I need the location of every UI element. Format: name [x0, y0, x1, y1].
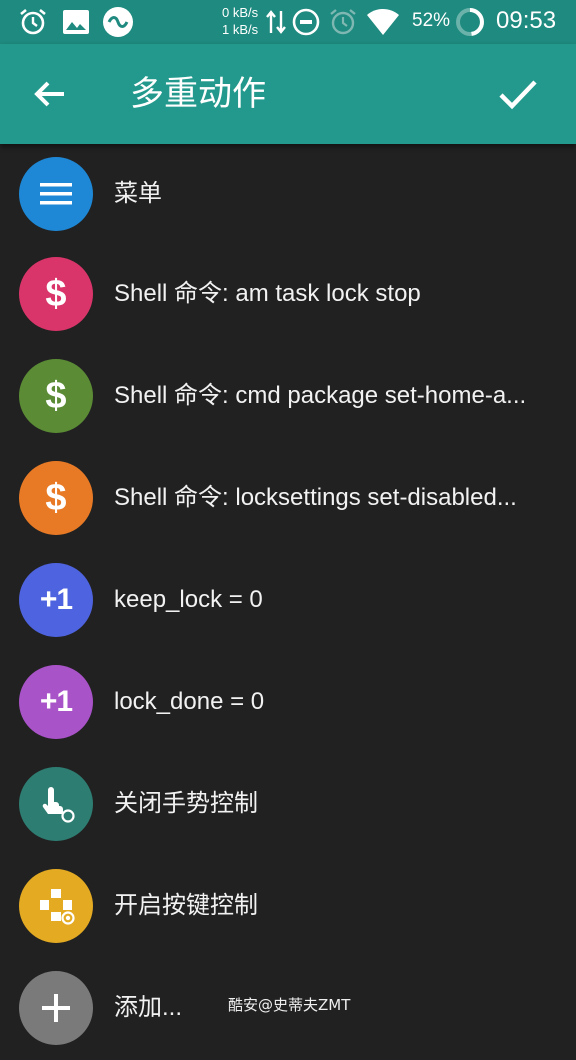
do-not-disturb-icon: [292, 8, 320, 36]
menu-icon: [40, 183, 72, 205]
dollar-icon: $: [45, 272, 67, 315]
item-avatar: [19, 157, 93, 231]
page-title: 多重动作: [130, 74, 266, 114]
action-list: 菜单 $ Shell 命令: am task lock stop $ Shell…: [0, 144, 576, 1060]
item-label: Shell 命令: am task lock stop: [114, 280, 421, 307]
list-item[interactable]: $ Shell 命令: am task lock stop: [0, 244, 576, 346]
list-item[interactable]: $ Shell 命令: locksettings set-disabled...: [0, 448, 576, 550]
battery-percent: 52%: [412, 10, 451, 31]
item-label: 添加...: [114, 994, 183, 1021]
item-avatar: $: [19, 257, 93, 331]
gamepad-icon: [40, 889, 75, 925]
item-avatar: [19, 971, 93, 1045]
app-bar: 多重动作: [0, 44, 576, 144]
list-item[interactable]: +1 keep_lock = 0: [0, 550, 576, 652]
item-label: 关闭手势控制: [114, 790, 258, 817]
wifi-icon: [367, 9, 399, 35]
item-label: keep_lock = 0: [114, 586, 263, 613]
item-label: 开启按键控制: [114, 892, 258, 919]
net-speed-up: 0 kB/s: [222, 5, 259, 20]
plus-icon: [42, 994, 70, 1022]
list-item[interactable]: $ Shell 命令: cmd package set-home-a...: [0, 346, 576, 448]
data-transfer-icon: [266, 10, 286, 34]
plus-one-icon: +1: [39, 685, 73, 718]
dollar-icon: $: [45, 374, 67, 417]
item-avatar: [19, 767, 93, 841]
battery-ring-icon: [456, 8, 484, 36]
list-item[interactable]: 开启按键控制: [0, 856, 576, 958]
item-avatar: +1: [19, 563, 93, 637]
alarm-icon: [20, 8, 46, 35]
item-label: 菜单: [114, 180, 162, 207]
item-label: lock_done = 0: [114, 688, 265, 715]
plus-one-icon: +1: [39, 583, 73, 616]
dollar-icon: $: [45, 476, 67, 519]
status-bar: 0 kB/s 1 kB/s 52% 09:53: [0, 0, 576, 44]
list-item[interactable]: +1 lock_done = 0: [0, 652, 576, 754]
image-icon: [63, 10, 89, 34]
item-avatar: +1: [19, 665, 93, 739]
app-notification-icon: [103, 7, 133, 37]
alarm-dim-icon: [330, 9, 356, 35]
back-arrow-icon[interactable]: [26, 70, 74, 118]
list-item[interactable]: 菜单: [0, 144, 576, 244]
item-avatar: [19, 869, 93, 943]
net-speed-down: 1 kB/s: [222, 22, 259, 37]
item-label: Shell 命令: locksettings set-disabled...: [114, 484, 517, 511]
confirm-check-icon[interactable]: [492, 68, 544, 120]
touch-gesture-icon: [42, 787, 75, 823]
item-avatar: $: [19, 461, 93, 535]
list-item[interactable]: 关闭手势控制: [0, 754, 576, 856]
watermark: 酷安@史蒂夫ZMT: [228, 996, 351, 1014]
item-label: Shell 命令: cmd package set-home-a...: [114, 382, 527, 409]
clock: 09:53: [496, 7, 557, 34]
item-avatar: $: [19, 359, 93, 433]
